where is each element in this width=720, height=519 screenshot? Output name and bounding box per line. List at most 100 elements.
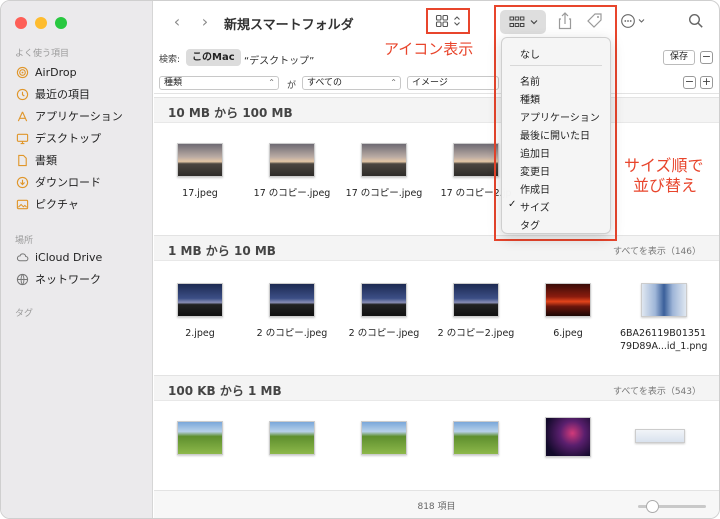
results-area: 10 MB から 100 MB 17.jpeg 17 のコピー.jpeg 17 … [154,95,719,492]
file-item[interactable]: 17.jpeg [154,143,246,200]
minimize-window-button[interactable] [35,17,47,29]
file-thumbnail [545,417,591,457]
menu-item-name[interactable]: 名前 [520,73,540,88]
globe-icon [15,272,29,286]
sidebar-item-icloud[interactable]: iCloud Drive [15,248,102,266]
sidebar-item-label: AirDrop [35,65,77,79]
group-by-menu: なし 名前 種類 アプリケーション 最後に開いた日 追加日 変更日 作成日 ✓ … [501,37,611,234]
forward-button[interactable]: › [196,13,214,31]
group-title: 100 KB から 1 MB [168,384,282,398]
menu-item-tags[interactable]: タグ [520,217,540,232]
pictures-icon [15,197,29,211]
sidebar-item-airdrop[interactable]: AirDrop [15,63,77,81]
scope-desktop-button[interactable]: “デスクトップ” [244,52,314,67]
file-name: 17 のコピー.jpeg [345,188,423,199]
file-item[interactable]: 6BA26119B01351 79D89A...id_1.png [614,283,714,353]
file-thumbnail [177,143,223,177]
file-thumbnail [361,283,407,317]
more-actions-button[interactable] [620,13,648,32]
criteria-attribute-popup[interactable]: 種類 ⌃ [159,76,279,90]
remove-criteria-button[interactable]: − [683,76,696,89]
zoom-window-button[interactable] [55,17,67,29]
tags-header: タグ [15,309,34,319]
file-item[interactable] [246,421,338,455]
file-item[interactable] [154,421,246,455]
chevron-updown-icon: ⌃ [268,78,275,87]
file-thumbnail [453,143,499,177]
file-item[interactable]: 2 のコピー.jpeg [338,283,430,340]
file-thumbnail [545,283,591,317]
save-search-button[interactable]: 保存 [662,50,695,65]
sidebar-item-label: iCloud Drive [35,250,103,264]
file-item[interactable]: 17 のコピー.jpeg [338,143,430,200]
finder-window: よく使う項目 AirDrop 最近の項目 アプリケーション デスクトップ 書類 … [0,0,720,519]
sidebar-item-pictures[interactable]: ピクチャ [15,195,79,213]
menu-item-date-modified[interactable]: 変更日 [520,163,550,178]
file-item[interactable] [430,421,522,455]
menu-item-size[interactable]: サイズ [520,199,550,214]
file-thumbnail [453,283,499,317]
annotation-sort-line1: サイズ順で [624,156,704,175]
sidebar-item-label: ダウンロード [35,176,101,189]
file-item[interactable]: 2.jpeg [154,283,246,340]
scope-this-mac-button[interactable]: このMac [186,49,241,66]
view-mode-button[interactable] [426,8,470,34]
search-icon[interactable] [688,13,704,32]
sidebar-item-label: ネットワーク [35,273,101,286]
sidebar-item-label: 書類 [35,154,57,167]
file-item[interactable] [522,417,614,457]
file-name: 2 のコピー.jpeg [256,328,328,339]
menu-item-last-opened[interactable]: 最後に開いた日 [520,127,590,142]
sidebar-item-applications[interactable]: アプリケーション [15,107,123,125]
sidebar-item-recents[interactable]: 最近の項目 [15,85,90,103]
file-thumbnail [453,421,499,455]
menu-item-application[interactable]: アプリケーション [520,109,600,124]
add-criteria-button[interactable]: + [700,76,713,89]
criteria-value-popup[interactable]: イメージ [407,76,499,90]
sidebar-item-label: 最近の項目 [35,88,90,101]
annotation-sort-line2: 並び替え [633,176,698,195]
criteria-attribute-value: 種類 [164,78,183,88]
menu-item-date-added[interactable]: 追加日 [520,145,550,160]
icon-grid-icon [435,14,449,28]
file-item[interactable]: 2 のコピー2.jpeg [430,283,522,340]
sidebar-item-downloads[interactable]: ダウンロード [15,173,101,191]
file-thumbnail [269,283,315,317]
file-name: 2 のコピー2.jpeg [437,328,515,339]
file-item[interactable] [338,421,430,455]
sidebar-item-documents[interactable]: 書類 [15,151,57,169]
cloud-icon [15,250,29,264]
show-all-link[interactable]: すべてを表示（146） [613,244,701,257]
menu-item-kind[interactable]: 種類 [520,91,540,106]
file-item[interactable]: 17 のコピー.jpeg [246,143,338,200]
file-name: 6BA26119B01351 79D89A...id_1.png [620,328,708,352]
sidebar-item-network[interactable]: ネットワーク [15,270,101,288]
file-thumbnail [641,283,687,317]
file-thumbnail [361,421,407,455]
desktop-icon [15,131,29,145]
group-header: 1 MB から 10 MB すべてを表示（146） [154,235,719,261]
criteria-operator-popup[interactable]: すべての ⌃ [302,76,401,90]
file-item[interactable]: 6.jpeg [522,283,614,340]
close-window-button[interactable] [15,17,27,29]
criteria-operator-label: が [287,81,297,91]
file-thumbnail [177,283,223,317]
show-all-link[interactable]: すべてを表示（543） [613,384,701,397]
menu-item-none[interactable]: なし [520,46,540,61]
icon-size-slider[interactable] [638,500,706,513]
airdrop-icon [15,65,29,79]
sidebar-item-desktop[interactable]: デスクトップ [15,129,101,147]
file-name: 17 のコピー.jpeg [253,188,331,199]
download-icon [15,175,29,189]
file-item[interactable]: 2 のコピー.jpeg [246,283,338,340]
sidebar-item-label: アプリケーション [35,110,123,123]
back-button[interactable]: ‹ [168,13,186,31]
file-thumbnail [361,143,407,177]
slider-knob[interactable] [646,500,659,513]
file-name: 2 のコピー.jpeg [348,328,420,339]
remove-search-button[interactable]: − [700,51,713,64]
group-header: 10 MB から 100 MB [154,97,719,123]
group-header: 100 KB から 1 MB すべてを表示（543） [154,375,719,401]
menu-item-date-created[interactable]: 作成日 [520,181,550,196]
file-item[interactable] [614,429,706,443]
